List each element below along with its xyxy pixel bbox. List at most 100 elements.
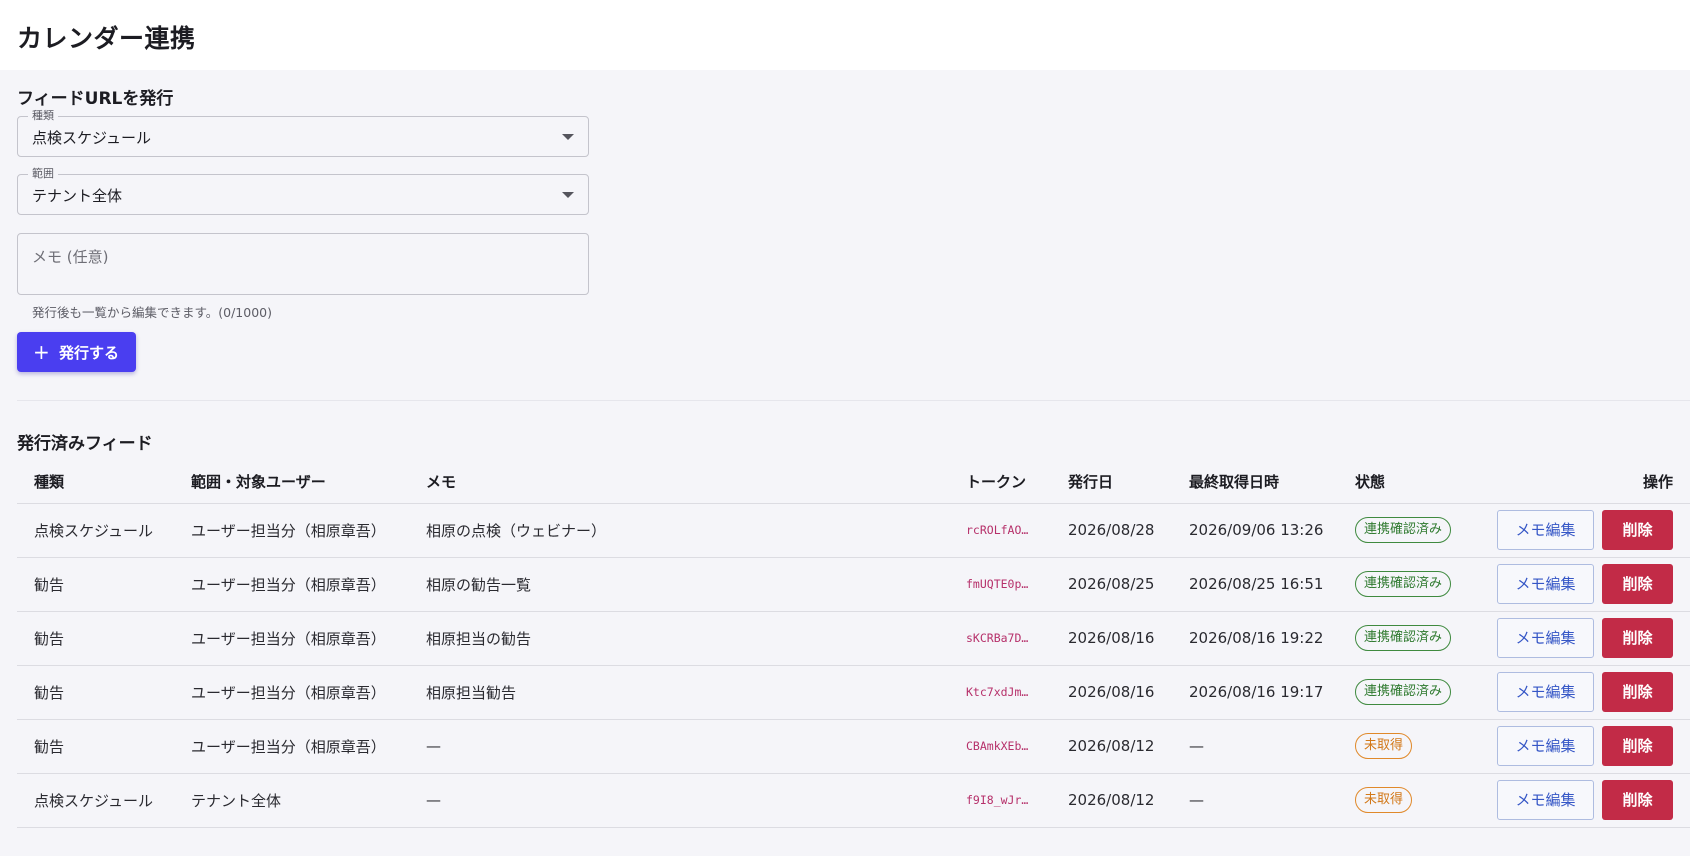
delete-button[interactable]: 削除 xyxy=(1602,618,1673,658)
table-row: 勧告 ユーザー担当分（相原章吾） 相原担当の勧告 sKCRBa7D… 2026/… xyxy=(17,611,1690,666)
cell-scope: テナント全体 xyxy=(191,773,426,828)
cell-actions: メモ編集 削除 xyxy=(1491,665,1690,720)
cell-last-fetched: 2026/08/16 19:22 xyxy=(1189,611,1355,666)
delete-button[interactable]: 削除 xyxy=(1602,672,1673,712)
cell-memo: 相原の点検（ウェビナー） xyxy=(426,503,966,558)
cell-status: 連携確認済み xyxy=(1355,557,1491,612)
edit-memo-button[interactable]: メモ編集 xyxy=(1497,510,1594,550)
cell-issued: 2026/08/16 xyxy=(1068,665,1189,720)
scope-select-value: テナント全体 xyxy=(32,187,123,205)
feeds-section-title: 発行済みフィード xyxy=(17,434,153,454)
cell-issued: 2026/08/28 xyxy=(1068,503,1189,558)
chevron-down-icon xyxy=(562,134,574,140)
cell-last-fetched: — xyxy=(1189,719,1355,774)
cell-type: 勧告 xyxy=(17,665,191,720)
main-content: フィードURLを発行 種類 点検スケジュール 範囲 テナント全体 メモ (任意)… xyxy=(0,70,1690,828)
cell-scope: ユーザー担当分（相原章吾） xyxy=(191,611,426,666)
page-title: カレンダー連携 xyxy=(17,24,196,53)
feeds-table: 種類 範囲・対象ユーザー メモ トークン 発行日 最終取得日時 状態 操作 点検… xyxy=(17,461,1690,828)
cell-status: 未取得 xyxy=(1355,719,1491,774)
cell-token: fmUQTE0p… xyxy=(966,557,1068,612)
cell-type: 勧告 xyxy=(17,557,191,612)
issue-button-label: 発行する xyxy=(59,343,120,362)
cell-memo: 相原担当の勧告 xyxy=(426,611,966,666)
status-badge: 未取得 xyxy=(1355,787,1413,813)
column-header-issued: 発行日 xyxy=(1068,461,1189,504)
cell-scope: ユーザー担当分（相原章吾） xyxy=(191,503,426,558)
edit-memo-button[interactable]: メモ編集 xyxy=(1497,726,1594,766)
delete-button[interactable]: 削除 xyxy=(1602,726,1673,766)
plus-icon: + xyxy=(33,340,50,364)
cell-issued: 2026/08/12 xyxy=(1068,773,1189,828)
cell-token: f9I8_wJr… xyxy=(966,773,1068,828)
cell-scope: ユーザー担当分（相原章吾） xyxy=(191,665,426,720)
column-header-status: 状態 xyxy=(1355,461,1491,504)
cell-type: 勧告 xyxy=(17,719,191,774)
table-row: 勧告 ユーザー担当分（相原章吾） 相原担当勧告 Ktc7xdJm… 2026/0… xyxy=(17,665,1690,720)
divider xyxy=(17,400,1690,401)
cell-status: 未取得 xyxy=(1355,773,1491,828)
cell-actions: メモ編集 削除 xyxy=(1491,611,1690,666)
column-header-actions: 操作 xyxy=(1491,461,1690,504)
table-row: 勧告 ユーザー担当分（相原章吾） — CBAmkXEb… 2026/08/12 … xyxy=(17,719,1690,774)
status-badge: 連携確認済み xyxy=(1355,679,1452,705)
issue-button[interactable]: + 発行する xyxy=(17,332,137,372)
cell-actions: メモ編集 削除 xyxy=(1491,557,1690,612)
scope-select-label: 範囲 xyxy=(28,167,58,181)
status-badge: 未取得 xyxy=(1355,733,1413,759)
cell-status: 連携確認済み xyxy=(1355,665,1491,720)
table-row: 勧告 ユーザー担当分（相原章吾） 相原の勧告一覧 fmUQTE0p… 2026/… xyxy=(17,557,1690,612)
top-bar: カレンダー連携 xyxy=(0,0,1690,70)
edit-memo-button[interactable]: メモ編集 xyxy=(1497,780,1594,820)
cell-status: 連携確認済み xyxy=(1355,503,1491,558)
cell-memo: 相原担当勧告 xyxy=(426,665,966,720)
delete-button[interactable]: 削除 xyxy=(1602,510,1673,550)
cell-memo: — xyxy=(426,773,966,828)
chevron-down-icon xyxy=(562,192,574,198)
delete-button[interactable]: 削除 xyxy=(1602,780,1673,820)
type-select-value: 点検スケジュール xyxy=(32,129,151,147)
table-header-row: 種類 範囲・対象ユーザー メモ トークン 発行日 最終取得日時 状態 操作 xyxy=(17,461,1690,504)
cell-status: 連携確認済み xyxy=(1355,611,1491,666)
status-badge: 連携確認済み xyxy=(1355,517,1452,543)
cell-token: rcROLfAO… xyxy=(966,503,1068,558)
cell-actions: メモ編集 削除 xyxy=(1491,719,1690,774)
cell-type: 点検スケジュール xyxy=(17,503,191,558)
edit-memo-button[interactable]: メモ編集 xyxy=(1497,672,1594,712)
column-header-scope: 範囲・対象ユーザー xyxy=(191,461,426,504)
status-badge: 連携確認済み xyxy=(1355,571,1452,597)
type-select-label: 種類 xyxy=(28,109,58,123)
column-header-token: トークン xyxy=(966,461,1068,504)
status-badge: 連携確認済み xyxy=(1355,625,1452,651)
cell-type: 点検スケジュール xyxy=(17,773,191,828)
cell-actions: メモ編集 削除 xyxy=(1491,503,1690,558)
cell-last-fetched: — xyxy=(1189,773,1355,828)
column-header-type: 種類 xyxy=(17,461,191,504)
cell-token: Ktc7xdJm… xyxy=(966,665,1068,720)
cell-issued: 2026/08/25 xyxy=(1068,557,1189,612)
type-select[interactable]: 種類 点検スケジュール xyxy=(17,109,589,157)
cell-token: CBAmkXEb… xyxy=(966,719,1068,774)
edit-memo-button[interactable]: メモ編集 xyxy=(1497,564,1594,604)
memo-helper-text: 発行後も一覧から編集できます。(0/1000) xyxy=(32,305,272,320)
cell-token: sKCRBa7D… xyxy=(966,611,1068,666)
table-row: 点検スケジュール ユーザー担当分（相原章吾） 相原の点検（ウェビナー） rcRO… xyxy=(17,503,1690,558)
table-row: 点検スケジュール テナント全体 — f9I8_wJr… 2026/08/12 —… xyxy=(17,773,1690,828)
delete-button[interactable]: 削除 xyxy=(1602,564,1673,604)
cell-last-fetched: 2026/08/25 16:51 xyxy=(1189,557,1355,612)
issue-section-title: フィードURLを発行 xyxy=(17,89,174,109)
cell-actions: メモ編集 削除 xyxy=(1491,773,1690,828)
cell-scope: ユーザー担当分（相原章吾） xyxy=(191,557,426,612)
scope-select[interactable]: 範囲 テナント全体 xyxy=(17,167,589,215)
cell-issued: 2026/08/16 xyxy=(1068,611,1189,666)
cell-issued: 2026/08/12 xyxy=(1068,719,1189,774)
cell-memo: 相原の勧告一覧 xyxy=(426,557,966,612)
memo-placeholder: メモ (任意) xyxy=(32,248,109,266)
column-header-last-fetched: 最終取得日時 xyxy=(1189,461,1355,504)
edit-memo-button[interactable]: メモ編集 xyxy=(1497,618,1594,658)
cell-last-fetched: 2026/09/06 13:26 xyxy=(1189,503,1355,558)
memo-input[interactable]: メモ (任意) xyxy=(17,233,589,295)
cell-type: 勧告 xyxy=(17,611,191,666)
cell-memo: — xyxy=(426,719,966,774)
column-header-memo: メモ xyxy=(426,461,966,504)
